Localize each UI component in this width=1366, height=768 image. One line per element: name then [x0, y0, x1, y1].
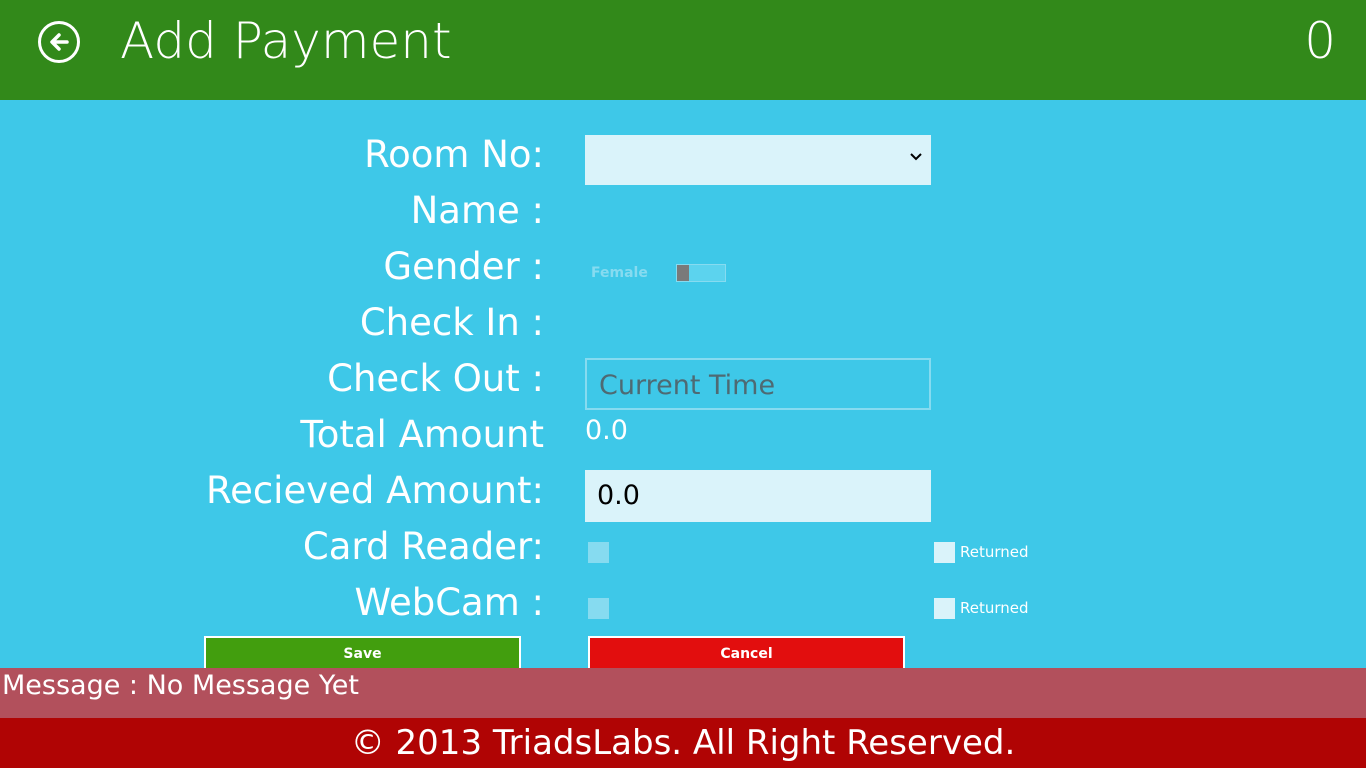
webcam-checkbox[interactable] [588, 598, 609, 619]
message-bar: Message : No Message Yet [0, 668, 1366, 718]
room-no-select[interactable] [585, 135, 931, 185]
chevron-down-icon [910, 153, 922, 161]
header-bar: Add Payment 0 [0, 0, 1366, 100]
webcam-returned-checkbox[interactable] [934, 598, 955, 619]
gender-label: Gender : [383, 245, 544, 288]
gender-toggle-text: Female [591, 265, 648, 281]
save-button[interactable]: Save [204, 636, 521, 668]
webcam-returned-label: Returned [960, 599, 1029, 617]
room-no-label: Room No: [364, 133, 544, 176]
back-button[interactable] [38, 21, 80, 63]
webcam-label: WebCam : [354, 581, 544, 624]
received-amount-input[interactable]: 0.0 [585, 470, 931, 522]
cancel-button[interactable]: Cancel [588, 636, 905, 668]
footer-copyright: © 2013 TriadsLabs. All Right Reserved. [0, 718, 1366, 768]
toggle-knob [677, 265, 689, 281]
check-out-label: Check Out : [327, 357, 544, 400]
gender-toggle[interactable] [676, 264, 726, 282]
page-title: Add Payment [120, 12, 452, 70]
total-amount-value: 0.0 [585, 415, 628, 446]
name-label: Name : [410, 189, 544, 232]
received-amount-label: Recieved Amount: [206, 469, 544, 512]
total-amount-label: Total Amount [300, 413, 544, 456]
card-reader-checkbox[interactable] [588, 542, 609, 563]
payment-form: Room No: Name : Gender : Female Check In… [0, 100, 1366, 668]
card-reader-returned-checkbox[interactable] [934, 542, 955, 563]
arrow-left-icon [50, 33, 69, 51]
header-count: 0 [1304, 12, 1336, 70]
check-in-label: Check In : [359, 301, 544, 344]
card-reader-label: Card Reader: [302, 525, 544, 568]
card-reader-returned-label: Returned [960, 543, 1029, 561]
check-out-input[interactable]: Current Time [585, 358, 931, 410]
